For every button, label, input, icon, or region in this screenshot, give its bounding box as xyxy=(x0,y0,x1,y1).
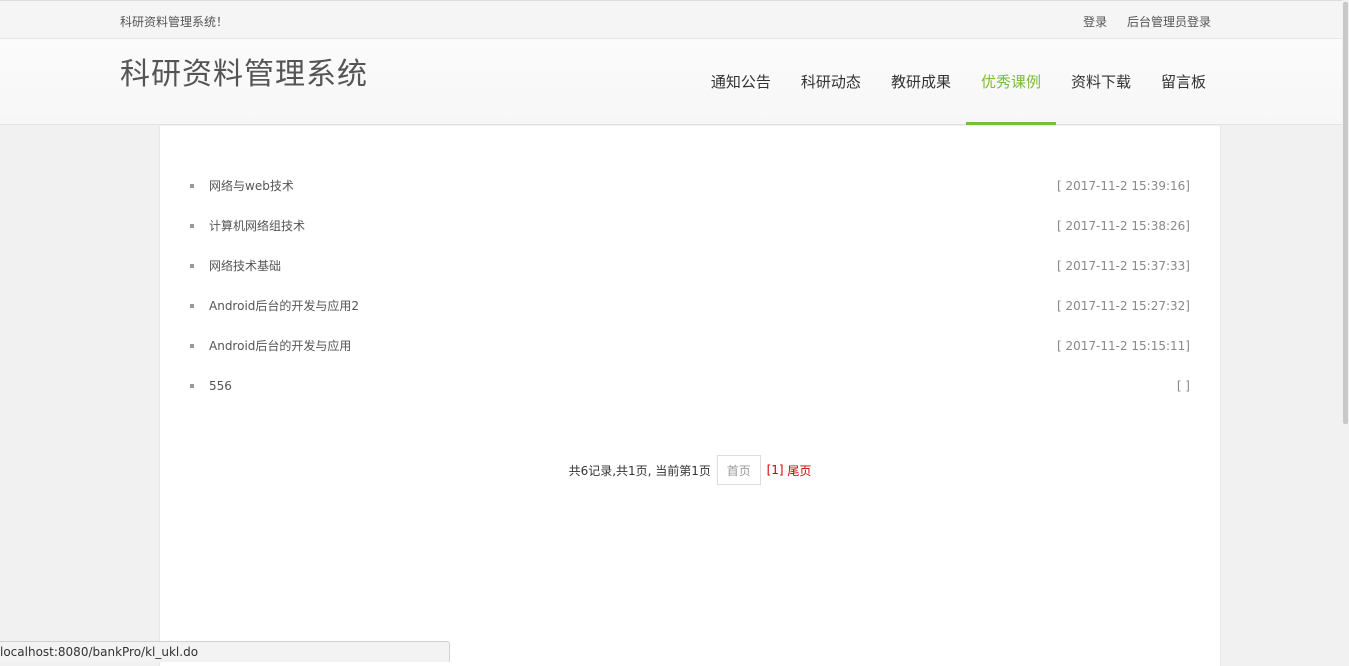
nav-item-message-board[interactable]: 留言板 xyxy=(1146,39,1221,125)
lesson-list: 网络与web技术 [ 2017-11-2 15:39:16] 计算机网络组技术 … xyxy=(190,166,1190,406)
nav-item-notices[interactable]: 通知公告 xyxy=(696,39,786,125)
list-item-date: [ 2017-11-2 15:38:26] xyxy=(1057,219,1190,233)
nav-item-teaching-results[interactable]: 教研成果 xyxy=(876,39,966,125)
list-item-title[interactable]: Android后台的开发与应用 xyxy=(209,326,351,366)
bullet-icon xyxy=(190,264,194,268)
bullet-icon xyxy=(190,184,194,188)
list-item: 计算机网络组技术 [ 2017-11-2 15:38:26] xyxy=(190,206,1190,246)
list-item-title[interactable]: Android后台的开发与应用2 xyxy=(209,286,359,326)
content-panel: 网络与web技术 [ 2017-11-2 15:39:16] 计算机网络组技术 … xyxy=(159,126,1221,666)
list-item-title[interactable]: 计算机网络组技术 xyxy=(209,206,305,246)
admin-login-link[interactable]: 后台管理员登录 xyxy=(1127,15,1211,29)
list-item-date: [ 2017-11-2 15:39:16] xyxy=(1057,179,1190,193)
pagination-summary: 共6记录,共1页, 当前第1页 xyxy=(568,463,711,478)
nav-item-research-news[interactable]: 科研动态 xyxy=(786,39,876,125)
site-title[interactable]: 科研资料管理系统 xyxy=(120,49,368,93)
list-item: 网络与web技术 [ 2017-11-2 15:39:16] xyxy=(190,166,1190,206)
list-item: Android后台的开发与应用2 [ 2017-11-2 15:27:32] xyxy=(190,286,1190,326)
list-item-title[interactable]: 网络与web技术 xyxy=(209,166,294,206)
top-links: 登录 后台管理员登录 xyxy=(1067,13,1211,30)
nav-item-excellent-lessons[interactable]: 优秀课例 xyxy=(965,39,1056,125)
list-item-date: [ 2017-11-2 15:15:11] xyxy=(1057,339,1190,353)
list-item: Android后台的开发与应用 [ 2017-11-2 15:15:11] xyxy=(190,326,1190,366)
main-nav: 通知公告 科研动态 教研成果 优秀课例 资料下载 留言板 xyxy=(696,39,1221,125)
header: 科研资料管理系统 通知公告 科研动态 教研成果 优秀课例 资料下载 留言板 xyxy=(0,39,1349,125)
first-page-button[interactable]: 首页 xyxy=(716,455,761,485)
browser-status-bar: localhost:8080/bankPro/kl_ukl.do xyxy=(0,641,450,662)
scrollbar-thumb[interactable] xyxy=(1343,2,1348,424)
pagination: 共6记录,共1页, 当前第1页 首页 [1] 尾页 xyxy=(160,455,1220,485)
list-item: 556 [ ] xyxy=(190,366,1190,406)
page-scrollbar[interactable] xyxy=(1342,0,1349,662)
list-item-title[interactable]: 556 xyxy=(209,366,232,406)
list-item-title[interactable]: 网络技术基础 xyxy=(209,246,281,286)
list-item-date: [ 2017-11-2 15:27:32] xyxy=(1057,299,1190,313)
page-number-link[interactable]: [1] xyxy=(767,463,784,477)
last-page-link[interactable]: 尾页 xyxy=(787,462,811,479)
nav-item-downloads[interactable]: 资料下载 xyxy=(1056,39,1146,125)
list-item-date: [ 2017-11-2 15:37:33] xyxy=(1057,259,1190,273)
welcome-text: 科研资料管理系统！ xyxy=(120,15,229,29)
list-item-date: [ ] xyxy=(1176,379,1190,393)
top-bar: 科研资料管理系统！ 登录 后台管理员登录 xyxy=(0,0,1349,39)
bullet-icon xyxy=(190,224,194,228)
bullet-icon xyxy=(190,304,194,308)
login-link[interactable]: 登录 xyxy=(1083,15,1107,29)
bullet-icon xyxy=(190,384,194,388)
list-item: 网络技术基础 [ 2017-11-2 15:37:33] xyxy=(190,246,1190,286)
bullet-icon xyxy=(190,344,194,348)
